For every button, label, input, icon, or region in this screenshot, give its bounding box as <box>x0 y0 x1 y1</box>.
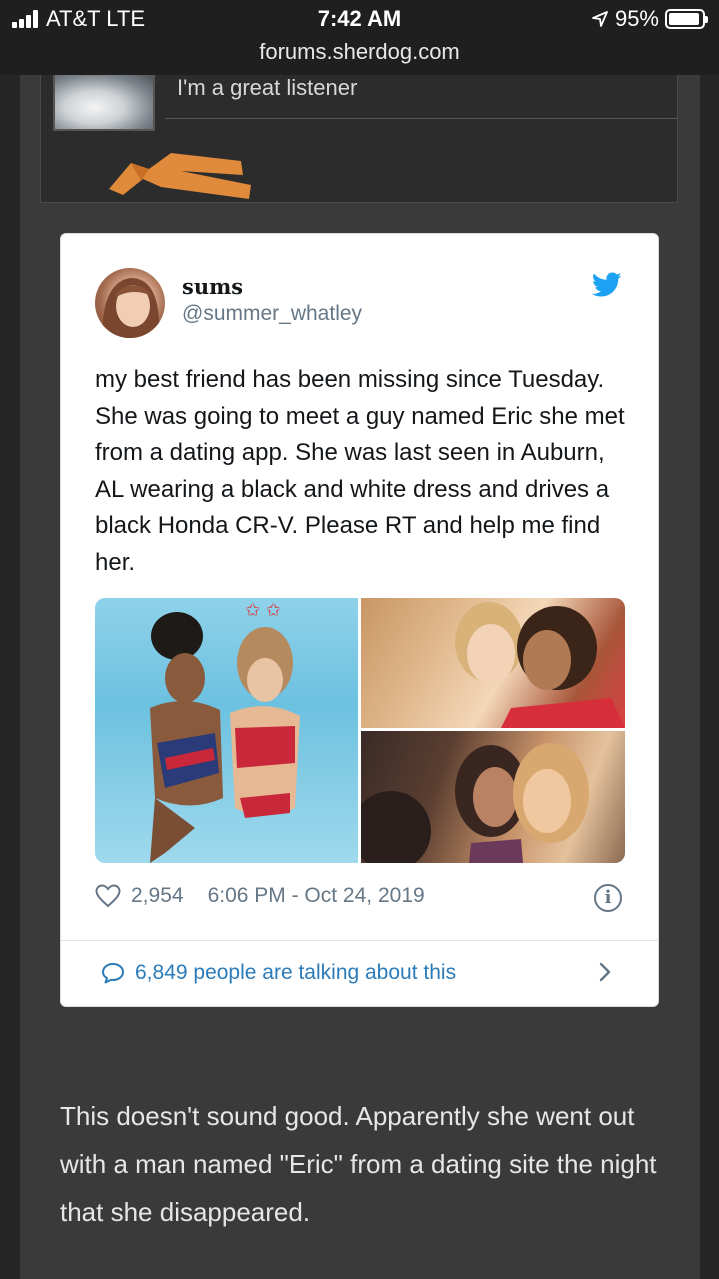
user-avatar[interactable] <box>53 75 155 131</box>
tweet-author-name[interactable]: sums <box>182 274 243 299</box>
page-margin-right <box>700 75 719 1279</box>
page-margin-left <box>0 75 20 1279</box>
location-arrow-icon <box>592 11 608 27</box>
post-body-text: This doesn't sound good. Apparently she … <box>60 1101 657 1227</box>
battery-icon <box>665 9 708 29</box>
speech-bubble-icon <box>102 963 124 984</box>
selfie-1-figures <box>455 602 625 728</box>
tweet-media-grid[interactable]: ✩ ✩ <box>95 598 625 863</box>
heart-icon[interactable] <box>95 884 121 908</box>
tweet-author-avatar[interactable] <box>95 268 165 338</box>
avatar-face-icon <box>102 278 160 338</box>
info-icon[interactable]: i <box>594 884 622 912</box>
svg-text:✩ ✩: ✩ ✩ <box>245 600 281 621</box>
tweet-author-handle[interactable]: @summer_whatley <box>182 302 362 326</box>
status-right: 95% <box>591 6 708 32</box>
tweet-timestamp[interactable]: 6:06 PM - Oct 24, 2019 <box>208 884 425 908</box>
selfie-2-figures <box>351 743 589 863</box>
signature-divider <box>165 118 677 119</box>
twitter-bird-icon[interactable] <box>592 272 622 298</box>
previous-post-footer: I'm a great listener <box>40 75 678 203</box>
orange-belt-icon <box>109 153 251 199</box>
embedded-tweet[interactable]: sums @summer_whatley my best friend has … <box>60 233 659 1007</box>
user-signature: I'm a great listener <box>177 75 358 100</box>
like-count[interactable]: 2,954 <box>131 884 184 908</box>
tweet-photo-selfie-1[interactable] <box>361 598 625 728</box>
pool-photo-figures: ✩ ✩ <box>150 600 300 863</box>
tweet-meta: 2,954 6:06 PM - Oct 24, 2019 <box>95 884 425 908</box>
conversation-link-label: 6,849 people are talking about this <box>135 961 457 984</box>
conversation-link[interactable]: 6,849 people are talking about this <box>101 961 456 985</box>
tweet-divider <box>61 940 658 941</box>
tweet-photo-pool[interactable]: ✩ ✩ <box>95 598 358 863</box>
browser-top-bar: AT&T LTE 7:42 AM 95% forums.sherdog.com <box>0 0 719 75</box>
avatar-image <box>55 75 153 129</box>
battery-percent: 95% <box>614 6 659 31</box>
battery-fill <box>669 13 700 25</box>
address-bar[interactable]: forums.sherdog.com <box>0 39 719 65</box>
tweet-text: my best friend has been missing since Tu… <box>95 366 625 576</box>
tweet-photo-selfie-2[interactable] <box>351 731 625 863</box>
chevron-right-icon[interactable] <box>598 960 612 984</box>
